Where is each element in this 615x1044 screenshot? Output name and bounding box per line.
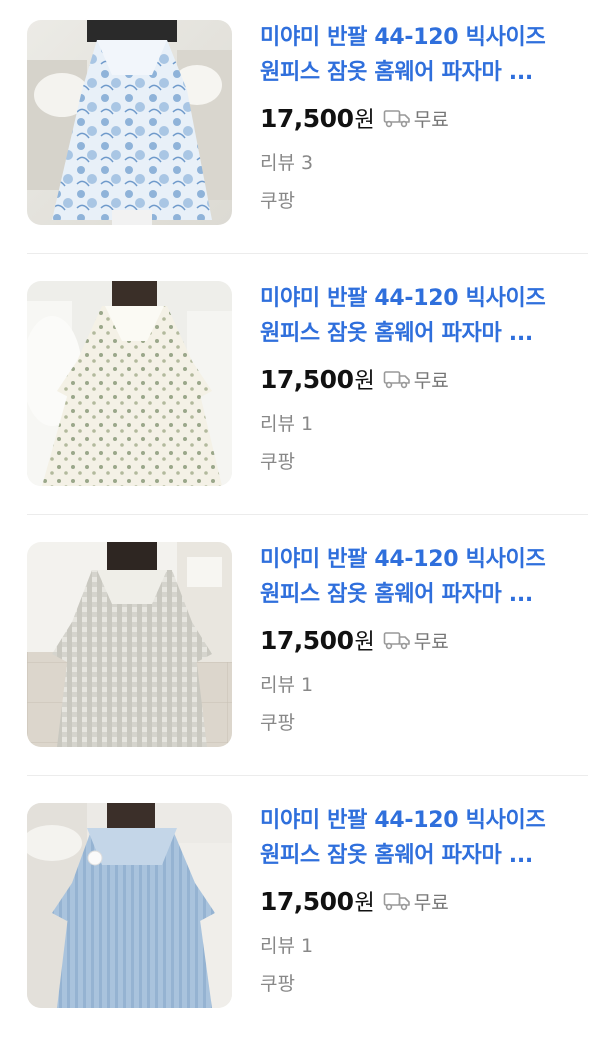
product-price: 17,500 [260,103,354,133]
product-title[interactable]: 미야미 반팔 44-120 빅사이즈 원피스 잠옷 홈웨어 파자마 ... [260,20,600,90]
price-row: 17,500 원 무료 [260,622,449,658]
product-item[interactable]: 미야미 반팔 44-120 빅사이즈 원피스 잠옷 홈웨어 파자마 ... 17… [0,0,615,261]
product-title-line2: 원피스 잠옷 홈웨어 파자마 ... [260,321,533,346]
seller-name: 쿠팡 [260,973,295,995]
product-title-line1: 미야미 반팔 44-120 빅사이즈 [260,547,546,572]
review-count: 리뷰 1 [260,674,314,696]
price-row: 17,500 원 무료 [260,883,449,919]
truck-icon [383,369,411,389]
seller-name: 쿠팡 [260,712,295,734]
currency-label: 원 [354,369,375,394]
product-title-line1: 미야미 반팔 44-120 빅사이즈 [260,286,546,311]
shipping-label: 무료 [413,891,449,914]
divider [27,253,588,254]
shipping-label: 무료 [413,630,449,653]
review-count: 리뷰 3 [260,152,314,174]
truck-icon [383,891,411,911]
product-image [27,803,232,1008]
product-title[interactable]: 미야미 반팔 44-120 빅사이즈 원피스 잠옷 홈웨어 파자마 ... [260,542,600,612]
currency-label: 원 [354,891,375,916]
product-image [27,542,232,747]
product-price: 17,500 [260,625,354,655]
product-image [27,20,232,225]
review-count: 리뷰 1 [260,935,314,957]
truck-icon [383,108,411,128]
shipping-label: 무료 [413,369,449,392]
product-title-line1: 미야미 반팔 44-120 빅사이즈 [260,25,546,50]
product-item[interactable]: 미야미 반팔 44-120 빅사이즈 원피스 잠옷 홈웨어 파자마 ... 17… [0,522,615,783]
product-title-line1: 미야미 반팔 44-120 빅사이즈 [260,808,546,833]
review-count: 리뷰 1 [260,413,314,435]
product-title[interactable]: 미야미 반팔 44-120 빅사이즈 원피스 잠옷 홈웨어 파자마 ... [260,803,600,873]
product-title[interactable]: 미야미 반팔 44-120 빅사이즈 원피스 잠옷 홈웨어 파자마 ... [260,281,600,351]
product-image [27,281,232,486]
price-row: 17,500 원 무료 [260,100,449,136]
truck-icon [383,630,411,650]
seller-name: 쿠팡 [260,451,295,473]
seller-name: 쿠팡 [260,190,295,212]
product-list: 미야미 반팔 44-120 빅사이즈 원피스 잠옷 홈웨어 파자마 ... 17… [0,0,615,1024]
price-row: 17,500 원 무료 [260,361,449,397]
product-thumbnail[interactable] [27,542,232,747]
product-thumbnail[interactable] [27,281,232,486]
product-title-line2: 원피스 잠옷 홈웨어 파자마 ... [260,582,533,607]
divider [27,514,588,515]
divider [27,775,588,776]
product-price: 17,500 [260,886,354,916]
currency-label: 원 [354,630,375,655]
product-item[interactable]: 미야미 반팔 44-120 빅사이즈 원피스 잠옷 홈웨어 파자마 ... 17… [0,261,615,522]
product-item[interactable]: 미야미 반팔 44-120 빅사이즈 원피스 잠옷 홈웨어 파자마 ... 17… [0,783,615,1044]
product-thumbnail[interactable] [27,803,232,1008]
product-thumbnail[interactable] [27,20,232,225]
product-price: 17,500 [260,364,354,394]
currency-label: 원 [354,108,375,133]
shipping-label: 무료 [413,108,449,131]
product-title-line2: 원피스 잠옷 홈웨어 파자마 ... [260,60,533,85]
product-title-line2: 원피스 잠옷 홈웨어 파자마 ... [260,843,533,868]
